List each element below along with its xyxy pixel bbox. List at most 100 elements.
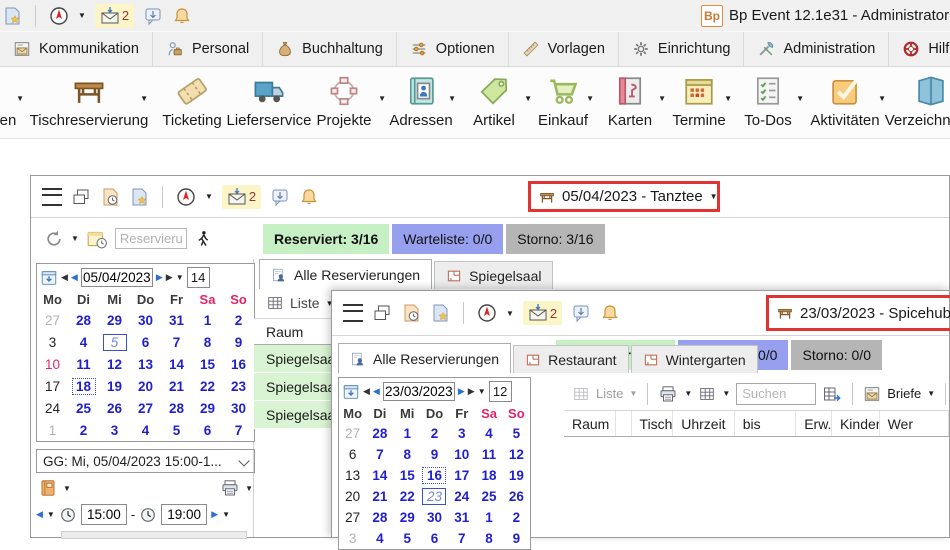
time-prev-dropdown[interactable]: ▼ — [47, 510, 55, 519]
calendar-day[interactable]: 19 — [503, 465, 530, 486]
calendar-day[interactable]: 22 — [394, 486, 421, 507]
calendar-day[interactable]: 4 — [366, 528, 393, 549]
book-dropdown-arrow[interactable]: ▼ — [63, 484, 71, 493]
calendar-day[interactable]: 3 — [99, 419, 130, 441]
calendar-dropdown-arrow[interactable]: ▼ — [176, 273, 184, 282]
bell-icon[interactable] — [299, 187, 319, 207]
toolbar-item-tischreservierung[interactable]: ▼ Tischreservierung — [30, 68, 148, 138]
time-from-input[interactable] — [81, 504, 127, 525]
calendar-day[interactable]: 29 — [192, 397, 223, 419]
tab-spiegelsaal[interactable]: Spiegelsaal — [434, 261, 553, 289]
calendar-day[interactable]: 10 — [448, 444, 475, 465]
dropdown-arrow[interactable]: ▼ — [16, 94, 24, 103]
calendar-day[interactable]: 6 — [192, 419, 223, 441]
menu-item-administration[interactable]: Administration — [744, 32, 889, 66]
dropdown-arrow[interactable]: ▼ — [586, 94, 594, 103]
column-header-tisch[interactable]: Tisch — [632, 411, 674, 436]
dropdown-arrow[interactable]: ▼ — [724, 94, 732, 103]
calendar-day[interactable]: 30 — [130, 309, 161, 331]
calendar-day[interactable]: 15 — [192, 353, 223, 375]
window1-title-selector[interactable]: 05/04/2023 - Tanztee — [562, 188, 703, 205]
refresh-icon[interactable] — [44, 229, 64, 249]
calendar-day[interactable]: 31 — [161, 309, 192, 331]
calendar-day[interactable]: 25 — [475, 486, 502, 507]
calendar-day[interactable]: 17 — [37, 375, 68, 397]
comment-flag-icon[interactable] — [143, 6, 163, 26]
calendar-day[interactable]: 25 — [68, 397, 99, 419]
print-dropdown-arrow[interactable]: ▼ — [245, 484, 253, 493]
walking-person-icon[interactable] — [194, 230, 212, 248]
calendar-day[interactable]: 6 — [339, 444, 366, 465]
dropdown-arrow[interactable]: ▼ — [378, 94, 386, 103]
menu-item-optionen[interactable]: Optionen — [397, 32, 509, 66]
calendar-day[interactable]: 2 — [223, 309, 254, 331]
calendar-day[interactable]: 26 — [99, 397, 130, 419]
dropdown-arrow[interactable]: ▼ — [796, 94, 804, 103]
column-header-kinder[interactable]: Kinder — [832, 411, 880, 436]
calendar-day[interactable]: 7 — [161, 331, 192, 353]
dropdown-arrow[interactable]: ▼ — [140, 94, 148, 103]
calendar-day[interactable]: 3 — [37, 331, 68, 353]
calendar-day[interactable]: 31 — [448, 507, 475, 528]
calendar-day[interactable]: 8 — [192, 331, 223, 353]
briefe-dropdown-arrow[interactable]: ▼ — [927, 389, 935, 398]
calendar-day[interactable]: 13 — [339, 465, 366, 486]
compass-icon[interactable] — [49, 6, 69, 26]
calendar-day[interactable]: 29 — [99, 309, 130, 331]
calendar-day[interactable]: 10 — [37, 353, 68, 375]
prev-day-arrow[interactable]: ◀ — [373, 387, 380, 396]
tab-alle-reservierungen[interactable]: Alle Reservierungen — [259, 259, 432, 289]
calendar-day[interactable]: 26 — [503, 486, 530, 507]
toolbar-item-artikel[interactable]: ▼ Artikel — [456, 68, 532, 138]
document-star-icon[interactable] — [2, 6, 22, 26]
calendar-day[interactable]: 30 — [223, 397, 254, 419]
window2-title-selector[interactable]: 23/03/2023 - Spicehub — [800, 305, 950, 322]
calendar-day[interactable]: 1 — [394, 423, 421, 444]
document-star-icon[interactable] — [129, 187, 149, 207]
badge-storno[interactable]: Storno: 3/16 — [506, 224, 604, 254]
calendar-day[interactable]: 5 — [99, 331, 130, 353]
calendar-day[interactable]: 27 — [37, 309, 68, 331]
date-input[interactable] — [81, 268, 153, 287]
calendar-day[interactable]: 7 — [223, 419, 254, 441]
column-header-uhrzeit[interactable]: Uhrzeit — [673, 411, 735, 436]
calendar-day[interactable]: 28 — [68, 309, 99, 331]
next-day-arrow[interactable]: ▶ — [458, 387, 465, 396]
calendar-day[interactable]: 2 — [503, 507, 530, 528]
compass-dropdown-arrow[interactable]: ▼ — [506, 309, 514, 318]
briefe-icon[interactable] — [863, 385, 881, 403]
menu-item-hilfe[interactable]: Hilfe — [889, 32, 950, 66]
prev-month-arrow[interactable]: ◀ — [61, 273, 68, 282]
calendar-day[interactable]: 4 — [475, 423, 502, 444]
calendar-day[interactable]: 18 — [475, 465, 502, 486]
calendar-day[interactable]: 9 — [503, 528, 530, 549]
calendar-day[interactable]: 11 — [475, 444, 502, 465]
calendar-day[interactable]: 4 — [68, 331, 99, 353]
gg-period-select[interactable]: GG: Mi, 05/04/2023 15:00-1... — [36, 449, 255, 473]
prev-day-arrow[interactable]: ◀ — [71, 273, 78, 282]
menu-item-personal[interactable]: Personal — [153, 32, 263, 66]
compass-icon[interactable] — [477, 303, 497, 323]
calendar-day[interactable]: 29 — [394, 507, 421, 528]
calendar-day[interactable]: 8 — [394, 444, 421, 465]
search-input[interactable] — [736, 383, 816, 405]
document-clock-icon[interactable] — [401, 303, 421, 323]
tab-restaurant[interactable]: Restaurant — [513, 345, 628, 373]
calendar-download-icon[interactable] — [40, 269, 58, 287]
menu-item-kommunikation[interactable]: Kommunikation — [0, 32, 153, 66]
toolbar-item-lieferservice[interactable]: Lieferservice — [236, 68, 302, 138]
notes-book-icon[interactable] — [38, 478, 58, 498]
comment-flag-icon[interactable] — [571, 303, 591, 323]
calendar-day[interactable]: 20 — [130, 375, 161, 397]
mail-button[interactable]: 2 — [222, 185, 261, 209]
document-clock-icon[interactable] — [100, 187, 120, 207]
calendar-day[interactable]: 9 — [421, 444, 448, 465]
calendar-day[interactable]: 1 — [192, 309, 223, 331]
hamburger-menu-icon[interactable] — [343, 304, 363, 322]
compass-dropdown-arrow[interactable]: ▼ — [78, 11, 86, 20]
view-dropdown-arrow[interactable]: ▼ — [722, 389, 730, 398]
calendar-day[interactable]: 28 — [161, 397, 192, 419]
calendar-day[interactable]: 9 — [223, 331, 254, 353]
toolbar-item-projekte[interactable]: ▼ Projekte — [302, 68, 386, 138]
calendar-day[interactable]: 24 — [448, 486, 475, 507]
